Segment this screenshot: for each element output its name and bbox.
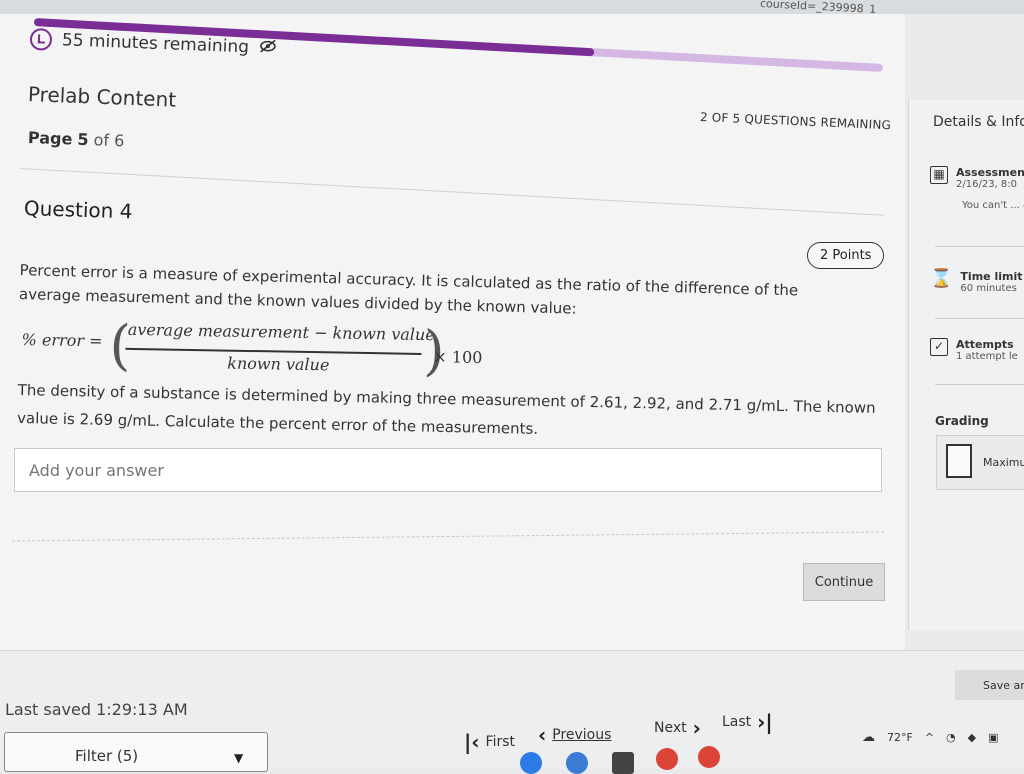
divider [935,384,1024,385]
points-badge: 2 Points [807,242,885,269]
formula-multiplier: × 100 [433,347,483,368]
first-label: First [485,734,516,750]
attempts-title: Attempts [956,338,1014,351]
first-button[interactable]: |‹ First [464,730,515,754]
chevron-left-icon: ‹ [538,723,547,747]
hide-timer-icon[interactable] [259,39,278,58]
attempts-info: ✓ Attempts 1 attempt le [930,338,1018,362]
weather-icon: ☁ [862,730,875,745]
time-limit-value: 60 minutes [960,283,1017,294]
taskbar-app-icon[interactable] [612,752,634,774]
system-tray: ☁ 72°F ^ ◔ ◆ ▣ [862,730,999,745]
last-icon: ›| [757,710,773,734]
next-button[interactable]: Next › [654,716,701,740]
next-label: Next [654,720,687,736]
notification-icon[interactable]: ◆ [968,731,976,744]
timer-icon [29,28,53,51]
divider [935,318,1024,319]
chevron-right-icon: › [692,716,701,740]
assessment-title: Assessment [956,166,1024,179]
divider [935,246,1024,247]
save-and-close-button[interactable]: Save an [955,670,1024,700]
last-label: Last [722,714,752,730]
assessment-date: 2/16/23, 8:0 [956,179,1018,190]
chevron-up-icon[interactable]: ^ [925,731,934,744]
calendar-icon: ▦ [930,166,948,184]
volume-icon[interactable]: ▣ [988,731,998,744]
first-icon: |‹ [464,730,480,754]
page-total: of 6 [93,130,125,151]
previous-label: Previous [552,727,612,743]
checkbox-icon: ✓ [930,338,948,356]
grading-label: Grading [935,414,989,428]
last-saved-text: Last saved 1:29:13 AM [5,700,188,719]
answer-input[interactable] [14,448,882,492]
chrome-icon[interactable] [656,748,678,770]
page-current: 5 [77,129,89,150]
time-limit-title: Time limit [960,270,1023,283]
document-icon [946,444,972,478]
time-limit-info: ⌛ Time limit 60 minutes [930,268,1023,295]
attempts-value: 1 attempt le [956,351,1018,362]
network-icon[interactable]: ◔ [946,731,956,744]
taskbar-app-icon[interactable] [520,752,542,774]
hourglass-icon: ⌛ [930,268,953,289]
assessment-note: You can't ... after due [962,200,1024,211]
temperature: 72°F [887,731,913,744]
formula-lhs: % error = [21,329,103,351]
details-heading[interactable]: Details & Info [933,114,1024,130]
taskbar-app-icon[interactable] [566,752,588,774]
question-title: Question 4 [23,196,133,224]
assessment-info: ▦ Assessment 2/16/23, 8:0 You can't ... … [930,166,1024,211]
chrome-icon[interactable] [698,746,720,768]
maximum-label: Maximu [983,456,1024,469]
question-filter-select[interactable]: Filter (5) [4,732,268,772]
continue-button[interactable]: Continue [803,563,885,601]
page-indicator: Page 5 of 6 [28,128,125,150]
last-button[interactable]: Last ›| [722,710,773,734]
page-label: Page [27,128,73,149]
formula-denominator: known value [227,353,330,375]
chevron-down-icon[interactable]: ▼ [234,751,243,765]
previous-button[interactable]: ‹ Previous [538,723,611,747]
